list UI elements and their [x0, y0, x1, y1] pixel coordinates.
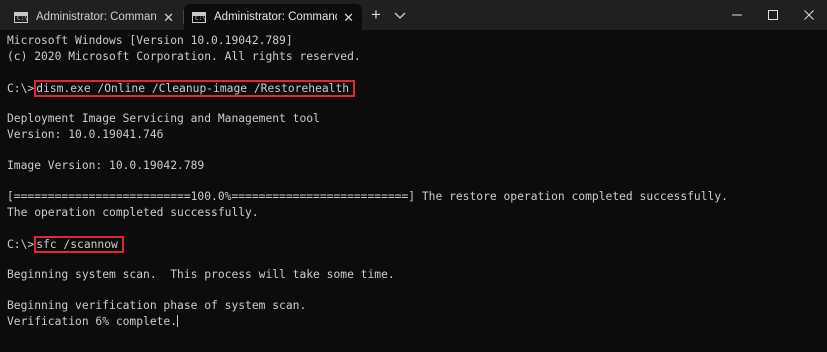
output-line: Version: 10.0.19041.746 [7, 127, 164, 141]
progress-line: [==========================100.0%=======… [7, 189, 728, 203]
verification-progress-line: Verification 6% complete. [7, 314, 827, 330]
output-line: Microsoft Windows [Version 10.0.19042.78… [7, 34, 293, 47]
minimize-button[interactable] [719, 0, 755, 30]
maximize-button[interactable] [755, 0, 791, 30]
highlighted-command-dism: dism.exe /Online /Cleanup-image /Restore… [34, 79, 356, 97]
verification-status: Verification 6% complete. [7, 314, 178, 328]
tab-command-prompt-2[interactable]: C:\ Administrator: Command Promp ✕ [184, 4, 362, 30]
new-tab-button[interactable]: + [367, 6, 385, 24]
close-window-button[interactable] [791, 0, 827, 30]
output-line: Beginning verification phase of system s… [7, 299, 307, 313]
highlighted-command-sfc: sfc /scannow [34, 235, 124, 253]
close-icon[interactable]: ✕ [343, 11, 354, 24]
maximize-icon [768, 10, 778, 20]
cmd-icon: C:\ [14, 11, 28, 23]
output-line: (c) 2020 Microsoft Corporation. All righ… [7, 49, 361, 63]
title-bar: C:\ Administrator: Command Promp ✕ C:\ A… [0, 0, 827, 30]
output-line: The operation completed successfully. [7, 205, 259, 219]
text-cursor [177, 314, 179, 327]
minimize-icon [732, 14, 742, 16]
output-line: Deployment Image Servicing and Managemen… [7, 111, 320, 125]
command-line-sfc: C:\> sfc /scannow [7, 235, 827, 253]
prompt: C:\> [7, 237, 35, 251]
tab-title: Administrator: Command Promp [36, 11, 157, 23]
window-controls [719, 0, 827, 30]
chevron-down-icon[interactable] [391, 6, 409, 24]
prompt: C:\> [7, 81, 35, 95]
close-icon [804, 10, 814, 20]
output-line: Image Version: 10.0.19042.789 [7, 158, 205, 172]
terminal-output[interactable]: Microsoft Windows [Version 10.0.19042.78… [0, 30, 827, 352]
tab-command-prompt-1[interactable]: C:\ Administrator: Command Promp ✕ [6, 4, 182, 30]
output-line: Beginning system scan. This process will… [7, 267, 395, 281]
tab-title: Administrator: Command Promp [214, 11, 338, 23]
command-line-dism: C:\> dism.exe /Online /Cleanup-image /Res… [7, 79, 827, 97]
close-icon[interactable]: ✕ [163, 11, 174, 24]
cmd-icon: C:\ [192, 11, 206, 23]
